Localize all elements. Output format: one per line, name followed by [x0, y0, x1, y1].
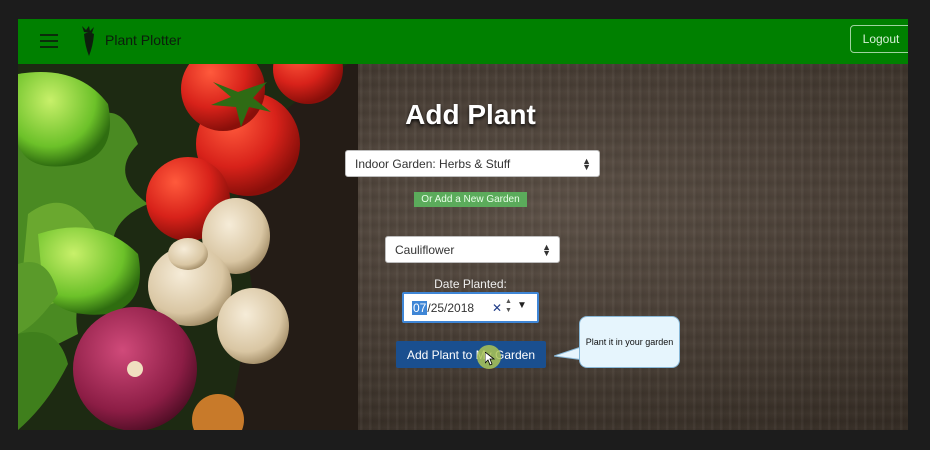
- tooltip-text: Plant it in your garden: [585, 337, 674, 347]
- date-planted-label: Date Planted:: [434, 277, 507, 291]
- clear-date-icon[interactable]: ✕: [492, 301, 502, 315]
- vegetables-background-image: [18, 64, 358, 430]
- add-plant-submit-button[interactable]: Add Plant to My Garden: [396, 341, 546, 368]
- hamburger-menu-icon[interactable]: [40, 33, 58, 49]
- date-month-segment[interactable]: 07: [412, 301, 428, 315]
- date-planted-input[interactable]: 07/25/2018 ✕ ▲ ▼ ▼: [402, 292, 539, 323]
- calendar-dropdown-icon[interactable]: ▼: [517, 300, 527, 311]
- mouse-pointer-icon: [485, 352, 495, 366]
- page-title: Add Plant: [405, 99, 536, 130]
- select-arrows-icon: ▲ ▼: [582, 155, 591, 172]
- date-value: 07/25/2018: [412, 301, 474, 315]
- add-new-garden-button[interactable]: Or Add a New Garden: [414, 192, 527, 207]
- garden-select-value: Indoor Garden: Herbs & Stuff: [355, 156, 511, 171]
- garden-select[interactable]: Indoor Garden: Herbs & Stuff ▲ ▼: [345, 150, 600, 177]
- date-rest-segment[interactable]: /25/2018: [427, 301, 474, 315]
- help-tooltip: Plant it in your garden: [579, 316, 680, 368]
- carrot-logo-icon: [82, 26, 94, 56]
- top-navbar: Plant Plotter Logout: [18, 19, 908, 64]
- date-spinner-icon[interactable]: ▲ ▼: [505, 297, 512, 315]
- app-brand-name[interactable]: Plant Plotter: [105, 32, 181, 48]
- plant-select[interactable]: Cauliflower ▲ ▼: [385, 236, 560, 263]
- app-window: Plant Plotter Logout Add Plant Indoor Ga…: [18, 19, 908, 430]
- logout-button[interactable]: Logout: [850, 25, 908, 53]
- plant-select-value: Cauliflower: [395, 242, 455, 257]
- select-arrows-icon: ▲ ▼: [542, 241, 551, 258]
